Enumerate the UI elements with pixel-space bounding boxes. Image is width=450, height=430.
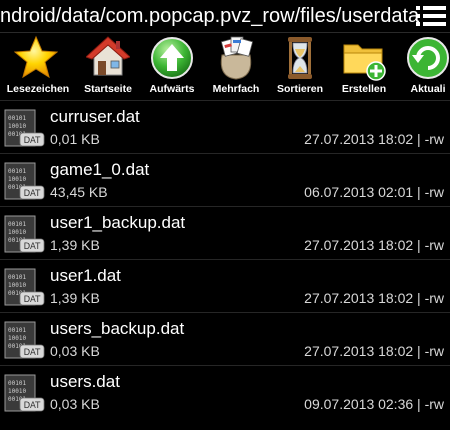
file-row[interactable]: 00101 10010 00101 DAT users.dat 0,03 KB … xyxy=(0,365,450,418)
file-meta: 06.07.2013 02:01 | -rw xyxy=(304,184,444,200)
svg-text:10010: 10010 xyxy=(8,229,26,236)
toolbar-label: Aktuali xyxy=(410,83,446,95)
svg-text:10010: 10010 xyxy=(8,123,26,130)
multi-select-bag-icon xyxy=(220,36,254,80)
file-name: users.dat xyxy=(50,372,120,391)
data-file-icon: 00101 10010 00101 DAT xyxy=(4,215,45,253)
svg-text:10010: 10010 xyxy=(8,282,26,289)
star-icon xyxy=(14,35,58,79)
file-badge: DAT xyxy=(24,401,42,411)
svg-text:00101: 00101 xyxy=(8,168,26,175)
refresh-button[interactable]: Aktuali xyxy=(396,33,450,99)
multi-select-button[interactable]: Mehrfach xyxy=(204,33,268,99)
file-meta: 27.07.2013 18:02 | -rw xyxy=(304,343,444,359)
svg-text:10010: 10010 xyxy=(8,176,26,183)
file-row[interactable]: 00101 10010 00101 DAT user1_backup.dat 1… xyxy=(0,206,450,259)
home-button[interactable]: Startseite xyxy=(76,33,140,99)
file-name: user1.dat xyxy=(50,266,121,285)
svg-text:00101: 00101 xyxy=(8,221,26,228)
file-row[interactable]: 00101 10010 00101 DAT user1.dat 1,39 KB … xyxy=(0,259,450,312)
file-badge: DAT xyxy=(24,136,42,146)
path-bar[interactable]: ndroid/data/com.popcap.pvz_row/files/use… xyxy=(0,0,450,33)
data-file-icon: 00101 10010 00101 DAT xyxy=(4,162,45,200)
refresh-icon xyxy=(407,37,449,79)
up-button[interactable]: Aufwärts xyxy=(140,33,204,99)
file-meta: 27.07.2013 18:02 | -rw xyxy=(304,131,444,147)
data-file-icon: 00101 10010 00101 DAT xyxy=(4,109,45,147)
svg-text:00101: 00101 xyxy=(8,274,26,281)
file-row[interactable]: 00101 10010 00101 DAT users_backup.dat 0… xyxy=(0,312,450,365)
file-manager-screen: ndroid/data/com.popcap.pvz_row/files/use… xyxy=(0,0,450,430)
file-badge: DAT xyxy=(24,348,42,358)
sort-button[interactable]: Sortieren xyxy=(268,33,332,99)
data-file-icon: 00101 10010 00101 DAT xyxy=(4,321,45,359)
create-button[interactable]: Erstellen xyxy=(332,33,396,99)
file-size: 0,01 KB xyxy=(50,131,100,147)
file-list: 00101 10010 00101 DAT curruser.dat 0,01 … xyxy=(0,100,450,418)
data-file-icon: 00101 10010 00101 DAT xyxy=(4,374,45,412)
file-name: game1_0.dat xyxy=(50,160,150,179)
current-path: ndroid/data/com.popcap.pvz_row/files/use… xyxy=(0,5,420,27)
overflow-menu-icon[interactable] xyxy=(416,4,446,28)
svg-text:10010: 10010 xyxy=(8,335,26,342)
svg-text:00101: 00101 xyxy=(8,380,26,387)
file-size: 1,39 KB xyxy=(50,290,100,306)
file-name: curruser.dat xyxy=(50,107,140,126)
file-name: users_backup.dat xyxy=(50,319,185,338)
file-size: 0,03 KB xyxy=(50,343,100,359)
file-badge: DAT xyxy=(24,295,42,305)
file-size: 1,39 KB xyxy=(50,237,100,253)
svg-text:00101: 00101 xyxy=(8,327,26,334)
new-folder-icon xyxy=(343,44,386,81)
data-file-icon: 00101 10010 00101 DAT xyxy=(4,268,45,306)
file-meta: 09.07.2013 02:36 | -rw xyxy=(304,396,444,412)
svg-text:10010: 10010 xyxy=(8,388,26,395)
home-icon xyxy=(86,36,130,76)
bookmarks-button[interactable]: Lesezeichen xyxy=(0,33,76,99)
file-meta: 27.07.2013 18:02 | -rw xyxy=(304,237,444,253)
file-name: user1_backup.dat xyxy=(50,213,186,232)
file-row[interactable]: 00101 10010 00101 DAT curruser.dat 0,01 … xyxy=(0,100,450,153)
file-row[interactable]: 00101 10010 00101 DAT game1_0.dat 43,45 … xyxy=(0,153,450,206)
file-meta: 27.07.2013 18:02 | -rw xyxy=(304,290,444,306)
file-badge: DAT xyxy=(24,242,42,252)
file-badge: DAT xyxy=(24,189,42,199)
file-size: 43,45 KB xyxy=(50,184,108,200)
hourglass-icon xyxy=(288,37,312,79)
up-arrow-icon xyxy=(151,37,193,79)
toolbar: Lesezeichen Startseite Aufwärts Mehrfach… xyxy=(0,33,450,99)
svg-text:00101: 00101 xyxy=(8,115,26,122)
file-size: 0,03 KB xyxy=(50,396,100,412)
